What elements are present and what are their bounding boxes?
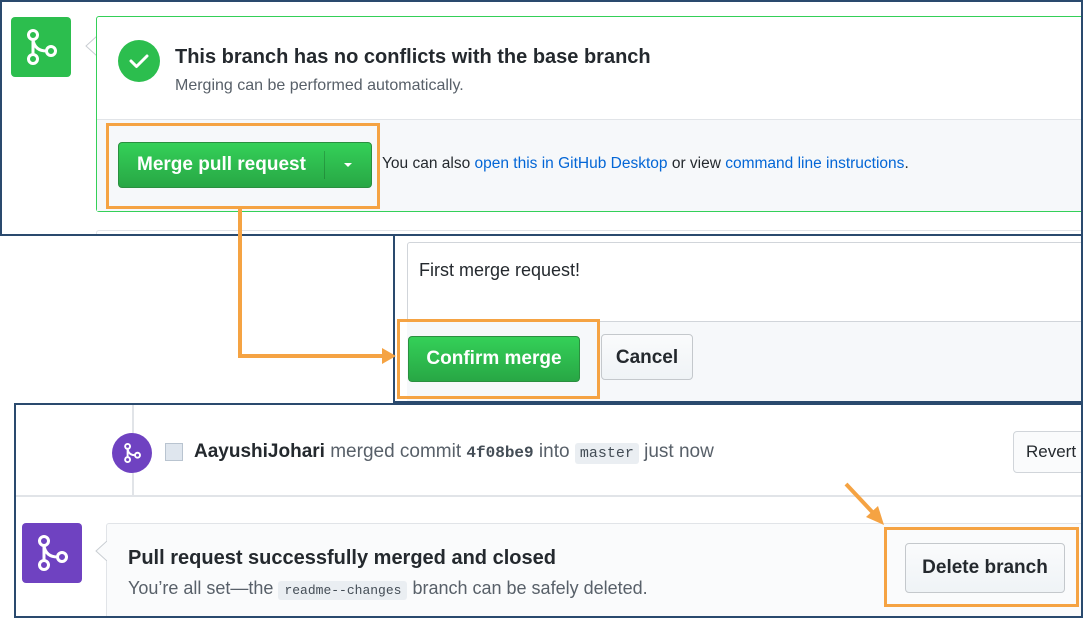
- merged-subtitle: You’re all set—the readme--changes branc…: [128, 578, 648, 600]
- base-branch-label: master: [574, 443, 639, 464]
- confirm-merge-panel: First merge request! Confirm merge Cance…: [393, 236, 1083, 403]
- mergeability-title: This branch has no conflicts with the ba…: [175, 46, 651, 68]
- commit-sha[interactable]: 4f08be9: [466, 444, 533, 462]
- highlight-box-merge: [106, 123, 380, 209]
- timeline-pointer: [95, 541, 107, 561]
- merge-event: AayushiJohari merged commit 4f08be9 into…: [194, 441, 714, 464]
- head-branch-label: readme--changes: [278, 581, 408, 600]
- mergeability-subtitle: Merging can be performed automatically.: [175, 77, 464, 94]
- mergeability-panel: This branch has no conflicts with the ba…: [0, 0, 1083, 236]
- git-merge-icon: [11, 17, 71, 77]
- merged-panel: AayushiJohari merged commit 4f08be9 into…: [14, 403, 1083, 618]
- git-merge-icon: [112, 433, 152, 473]
- merged-sub-prefix: You’re all set—the: [128, 578, 279, 598]
- commit-message-text: First merge request!: [419, 260, 581, 280]
- merged-title: Pull request successfully merged and clo…: [128, 547, 556, 569]
- also-prefix: You can also: [382, 155, 475, 172]
- event-username[interactable]: AayushiJohari: [194, 441, 325, 462]
- user-avatar[interactable]: [165, 443, 183, 461]
- git-merge-icon: [22, 523, 82, 583]
- commit-message-textarea[interactable]: [407, 242, 1081, 322]
- alternative-options-text: You can also open this in GitHub Desktop…: [382, 155, 909, 173]
- period-text: .: [904, 155, 909, 172]
- revert-button[interactable]: Revert: [1013, 431, 1081, 473]
- highlight-box-delete: [884, 527, 1079, 607]
- open-in-desktop-link[interactable]: open this in GitHub Desktop: [475, 155, 668, 172]
- timeline-divider: [16, 495, 1081, 497]
- event-time: just now: [638, 441, 714, 462]
- merged-sub-suffix: branch can be safely deleted.: [407, 578, 648, 598]
- or-view-text: or view: [667, 155, 726, 172]
- merged-commit-text: merged commit: [324, 441, 467, 462]
- check-icon: [118, 40, 160, 82]
- highlight-box-confirm: [397, 319, 600, 399]
- divider: [97, 119, 1081, 120]
- cancel-button[interactable]: Cancel: [601, 334, 693, 380]
- command-line-instructions-link[interactable]: command line instructions: [725, 155, 904, 172]
- into-text: into: [533, 441, 575, 462]
